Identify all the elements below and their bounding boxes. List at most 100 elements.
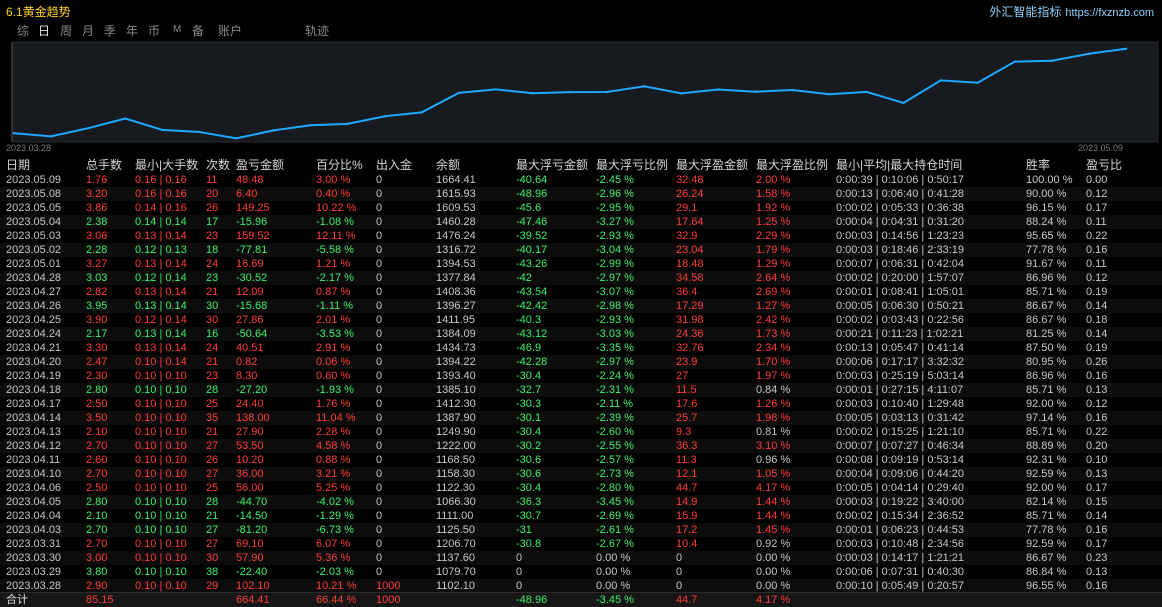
- table-row[interactable]: 2023.04.27 2.82 0.13 | 0.14 21 12.09 0.87 % 0 1…: [0, 285, 1162, 299]
- table-row[interactable]: 2023.04.20 2.47 0.10 | 0.14 21 0.82 0.06 % 0 13…: [0, 355, 1162, 369]
- header-total-lots[interactable]: 总手数: [86, 158, 122, 173]
- cell-total-lots: 3.03: [86, 272, 108, 284]
- cell-balance: 1393.40: [436, 370, 476, 382]
- cell-percent: 10.21 %: [316, 580, 357, 592]
- table-row[interactable]: 2023.03.29 3.80 0.10 | 0.10 38 -22.40 -2.03 %…: [0, 565, 1162, 579]
- cell-date: 2023.04.04: [6, 510, 62, 522]
- cell-total-lots: 2.50: [86, 482, 108, 494]
- table-row[interactable]: 2023.04.06 2.50 0.10 | 0.10 25 56.00 5.25 % 0 1…: [0, 481, 1162, 495]
- tab-quarter[interactable]: 季: [104, 22, 116, 39]
- cell-total-lots: 2.30: [86, 370, 108, 382]
- cell-hold-time: 0:00:05 | 0:04:14 | 0:29:40: [836, 482, 965, 494]
- brand[interactable]: 外汇智能指标 https://fxznzb.com: [989, 3, 1154, 20]
- cell-total-lots: 2.70: [86, 468, 108, 480]
- table-row[interactable]: 2023.04.25 3.90 0.12 | 0.14 30 27.86 2.01 % 0 1…: [0, 313, 1162, 327]
- cell-deposit: 0: [376, 202, 383, 214]
- cell-win-rate: 86.96 %: [1026, 272, 1067, 284]
- table-row[interactable]: 2023.04.12 2.70 0.10 | 0.10 27 53.50 4.58 % 0 1…: [0, 439, 1162, 453]
- header-hold-time[interactable]: 最小|平均|最大持仓时间: [836, 158, 962, 173]
- cell-count: 16: [206, 328, 219, 340]
- tab-notes[interactable]: 备: [192, 22, 204, 39]
- header-deposit[interactable]: 出入金: [376, 158, 412, 173]
- tab-overall[interactable]: 综: [17, 22, 29, 39]
- header-max-float-profit[interactable]: 最大浮盈金额: [676, 158, 748, 173]
- header-max-float-loss[interactable]: 最大浮亏金额: [516, 158, 588, 173]
- table-row[interactable]: 2023.05.04 2.38 0.14 | 0.14 17 -15.96 -1.08 %…: [0, 215, 1162, 229]
- table-row[interactable]: 2023.03.28 2.90 0.10 | 0.10 29 102.10 10.21 %…: [0, 579, 1162, 593]
- table-row[interactable]: 2023.04.24 2.17 0.13 | 0.14 16 -50.64 -3.53 %…: [0, 327, 1162, 341]
- cell-hold-time: 0:00:02 | 0:03:43 | 0:22:56: [836, 314, 965, 326]
- cell-deposit: 0: [376, 342, 383, 354]
- header-date[interactable]: 日期: [6, 158, 30, 173]
- cell-count: 30: [206, 300, 219, 312]
- table-row[interactable]: 2023.03.31 2.70 0.10 | 0.10 27 69.10 6.07 % 0 1…: [0, 537, 1162, 551]
- tab-currency[interactable]: 币: [148, 22, 160, 39]
- tab-week[interactable]: 周: [60, 22, 72, 39]
- brand-url[interactable]: https://fxznzb.com: [1065, 7, 1154, 19]
- cell-date: 2023.05.01: [6, 258, 62, 270]
- cell-pl-ratio: 0.12: [1086, 398, 1108, 410]
- table-row[interactable]: 2023.04.18 2.80 0.10 | 0.10 28 -27.20 -1.93 %…: [0, 383, 1162, 397]
- table-row[interactable]: 2023.05.01 3.27 0.13 | 0.14 24 16.69 1.21 % 0 1…: [0, 257, 1162, 271]
- tab-month[interactable]: 月: [82, 22, 94, 39]
- header-max-float-loss-pct[interactable]: 最大浮亏比例: [596, 158, 668, 173]
- total-total-lots: 85.15: [86, 594, 114, 606]
- header-pnl[interactable]: 盈亏金额: [236, 158, 284, 173]
- tab-trajectory[interactable]: 轨迹: [305, 22, 329, 39]
- cell-pnl: -27.20: [236, 384, 268, 396]
- cell-deposit: 0: [376, 524, 383, 536]
- cell-max-float-loss-pct: -2.96 %: [596, 188, 634, 200]
- cell-date: 2023.04.25: [6, 314, 62, 326]
- table-row[interactable]: 2023.04.17 2.50 0.10 | 0.10 25 24.40 1.76 % 0 1…: [0, 397, 1162, 411]
- table-row[interactable]: 2023.04.19 2.30 0.10 | 0.10 23 8.30 0.60 % 0 13…: [0, 369, 1162, 383]
- header-pl-ratio[interactable]: 盈亏比: [1086, 158, 1122, 173]
- tab-year[interactable]: 年: [126, 22, 138, 39]
- cell-min-max-lots: 0.10 | 0.10: [135, 370, 187, 382]
- table-row[interactable]: 2023.04.10 2.70 0.10 | 0.10 27 36.00 3.21 % 0 1…: [0, 467, 1162, 481]
- table-row[interactable]: 2023.04.13 2.10 0.10 | 0.10 21 27.90 2.28 % 0 1…: [0, 425, 1162, 439]
- table-row[interactable]: 2023.05.05 3.86 0.14 | 0.16 26 149.25 10.22 %…: [0, 201, 1162, 215]
- table-row[interactable]: 2023.04.05 2.80 0.10 | 0.10 28 -44.70 -4.02 %…: [0, 495, 1162, 509]
- tab-day[interactable]: 日: [38, 22, 50, 39]
- cell-max-float-loss-pct: -2.97 %: [596, 272, 634, 284]
- header-count[interactable]: 次数: [206, 158, 230, 173]
- cell-max-float-profit-pct: 1.05 %: [756, 468, 791, 480]
- cell-count: 23: [206, 370, 219, 382]
- header-min-max-lots[interactable]: 最小|大手数: [135, 158, 198, 173]
- cell-pnl: 102.10: [236, 580, 270, 592]
- balance-point: [198, 130, 201, 134]
- table-row[interactable]: 2023.04.28 3.03 0.12 | 0.14 23 -30.52 -2.17 %…: [0, 271, 1162, 285]
- balance-point: [457, 91, 460, 95]
- table-row[interactable]: 2023.04.04 2.10 0.10 | 0.10 21 -14.50 -1.29 %…: [0, 509, 1162, 523]
- balance-point: [568, 90, 572, 94]
- cell-max-float-loss: -47.46: [516, 216, 548, 228]
- cell-balance: 1316.72: [436, 244, 476, 256]
- table-row[interactable]: 2023.05.03 3.06 0.13 | 0.14 23 159.52 12.11 %…: [0, 229, 1162, 243]
- cell-hold-time: 0:00:03 | 0:19:22 | 3:40:00: [836, 496, 965, 508]
- header-win-rate[interactable]: 胜率: [1026, 158, 1050, 173]
- cell-percent: -5.58 %: [316, 244, 354, 256]
- tab-account[interactable]: 账户: [218, 22, 242, 39]
- table-row[interactable]: 2023.05.09 1.76 0.16 | 0.16 11 48.48 3.00 % 0 1…: [0, 173, 1162, 187]
- tab-m[interactable]: M: [173, 24, 181, 35]
- header-balance[interactable]: 余额: [436, 158, 460, 173]
- cell-pl-ratio: 0.10: [1086, 454, 1108, 466]
- table-row[interactable]: 2023.04.14 3.50 0.10 | 0.10 35 138.00 11.04 %…: [0, 411, 1162, 425]
- table-row[interactable]: 2023.05.08 3.20 0.16 | 0.16 20 6.40 0.40 % 0 16…: [0, 187, 1162, 201]
- table-row[interactable]: 2023.03.30 3.00 0.10 | 0.10 30 57.90 5.36 % 0 1…: [0, 551, 1162, 565]
- cell-deposit: 0: [376, 300, 383, 312]
- cell-max-float-profit: 10.4: [676, 538, 698, 550]
- cell-max-float-profit-pct: 0.81 %: [756, 426, 791, 438]
- table-row[interactable]: 2023.04.03 2.70 0.10 | 0.10 27 -81.20 -6.73 %…: [0, 523, 1162, 537]
- table-header: 日期 总手数 最小|大手数 次数 盈亏金额 百分比% 出入金 余额 最大浮亏金额 最大浮亏比例 最大…: [0, 158, 1162, 173]
- header-max-float-profit-pct[interactable]: 最大浮盈比例: [756, 158, 828, 173]
- cell-deposit: 0: [376, 496, 383, 508]
- header-percent[interactable]: 百分比%: [316, 158, 363, 173]
- table-row[interactable]: 2023.05.02 2.28 0.12 | 0.13 18 -77.81 -5.58 %…: [0, 243, 1162, 257]
- table-row[interactable]: 2023.04.21 3.30 0.13 | 0.14 24 40.51 2.91 % 0 1…: [0, 341, 1162, 355]
- cell-max-float-loss: -40.3: [516, 314, 542, 326]
- cell-max-float-profit: 44.7: [676, 482, 698, 494]
- table-row[interactable]: 2023.04.26 3.95 0.13 | 0.14 30 -15.68 -1.11 %…: [0, 299, 1162, 313]
- cell-max-float-profit-pct: 1.25 %: [756, 216, 791, 228]
- table-row[interactable]: 2023.04.11 2.60 0.10 | 0.10 26 10.20 0.88 % 0 1…: [0, 453, 1162, 467]
